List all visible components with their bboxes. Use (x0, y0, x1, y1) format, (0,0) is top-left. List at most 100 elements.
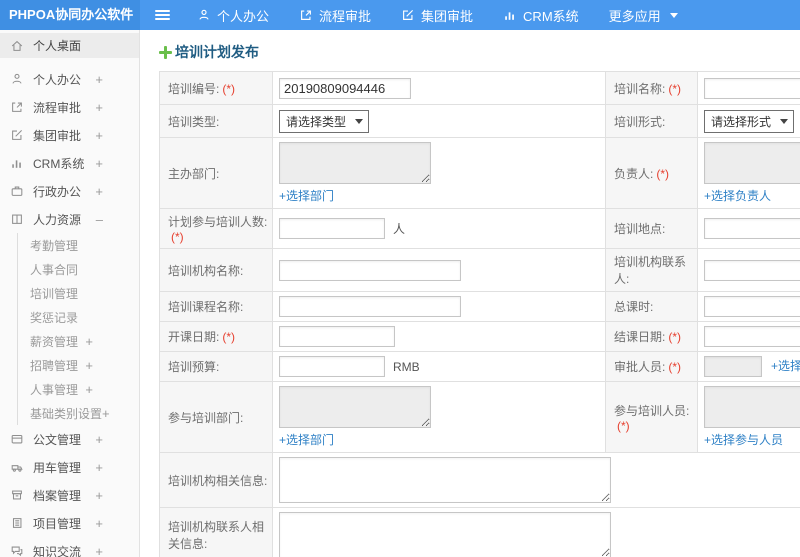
planned-count-input[interactable] (279, 218, 385, 239)
select-part-dept-link[interactable]: +选择部门 (279, 433, 334, 447)
expand-plus[interactable]: + (85, 334, 93, 349)
sidebar-item-personal-desktop[interactable]: 个人桌面 (0, 33, 139, 58)
collapse-minus[interactable]: – (96, 212, 103, 227)
expand-plus[interactable]: + (95, 184, 103, 199)
book-icon (10, 212, 24, 226)
expand-plus[interactable]: + (95, 432, 103, 447)
training-form-select[interactable]: 请选择形式 (704, 109, 795, 133)
nav-workflow-approval[interactable]: 流程审批 (284, 0, 386, 30)
hamburger-icon[interactable] (155, 10, 170, 20)
sidebar: 个人桌面 个人办公 + 流程审批 + 集团审批 + CRM系统 + 行政办公 +… (0, 30, 140, 557)
training-no-label: 培训编号: (168, 81, 220, 96)
end-date-input[interactable] (704, 326, 800, 347)
sidebar-item-hr[interactable]: 人力资源 – (0, 205, 139, 233)
main-content: 培训计划发布 培训编号:(*) 培训名称:(*) 培训类型: 请选择类型 培训形… (141, 30, 800, 557)
sidebar-item-crm[interactable]: CRM系统 + (0, 149, 139, 177)
expand-plus[interactable]: + (95, 100, 103, 115)
location-input[interactable] (704, 218, 800, 239)
select-dept-link[interactable]: +选择部门 (279, 189, 334, 203)
training-plan-form: 培训编号:(*) 培训名称:(*) 培训类型: 请选择类型 培训形式: 请选择形… (159, 71, 800, 557)
host-dept-label: 主办部门: (168, 166, 220, 181)
org-contact-input[interactable] (704, 259, 800, 281)
budget-label: 培训预算: (168, 360, 220, 374)
sidebar-item-project[interactable]: 项目管理 + (0, 509, 139, 537)
part-dept-textarea[interactable] (279, 386, 431, 428)
org-contact-info-textarea[interactable] (279, 512, 611, 557)
sidebar-item-workflow-approval[interactable]: 流程审批 + (0, 93, 139, 121)
table-row: 计划参与培训人数:(*) 人 培训地点: (159, 208, 800, 249)
expand-plus[interactable]: + (85, 358, 93, 373)
sidebar-sub-hr-contract[interactable]: 人事合同 (18, 257, 139, 281)
training-type-select[interactable]: 请选择类型 (279, 109, 370, 133)
sidebar-item-vehicle[interactable]: 用车管理 + (0, 453, 139, 481)
table-row: 培训机构相关信息: (159, 452, 800, 508)
sidebar-item-knowledge[interactable]: 知识交流 + (0, 537, 139, 557)
org-name-label: 培训机构名称: (168, 263, 244, 278)
expand-plus[interactable]: + (95, 128, 103, 143)
participants-textarea[interactable] (704, 386, 800, 428)
select-participants-link[interactable]: +选择参与人员 (704, 433, 783, 447)
nav-personal-office[interactable]: 个人办公 (182, 0, 284, 30)
doc-icon (10, 432, 24, 446)
sidebar-item-archive[interactable]: 档案管理 + (0, 481, 139, 509)
expand-plus[interactable]: + (95, 516, 103, 531)
nav-more-apps[interactable]: 更多应用 (594, 0, 693, 30)
training-name-input[interactable] (704, 77, 800, 99)
location-label: 培训地点: (614, 222, 666, 236)
table-row: 主办部门: +选择部门 负责人: (*) +选择负责人 (159, 137, 800, 209)
expand-plus[interactable]: + (95, 488, 103, 503)
sidebar-sub-reward-punishment[interactable]: 奖惩记录 (18, 305, 139, 329)
sidebar-sub-personnel[interactable]: 人事管理 + (18, 377, 139, 401)
sidebar-sub-base-category[interactable]: 基础类别设置 + (18, 401, 139, 425)
notebook-icon (10, 516, 24, 530)
sidebar-item-group-approval[interactable]: 集团审批 + (0, 121, 139, 149)
sidebar-hr-submenu: 考勤管理 人事合同 培训管理 奖惩记录 薪资管理 + 招聘管理 + 人事管理 + 基础… (17, 233, 139, 425)
org-info-textarea[interactable] (279, 457, 611, 503)
host-dept-textarea[interactable] (279, 142, 431, 184)
nav-group-approval[interactable]: 集团审批 (386, 0, 488, 30)
user-icon (10, 72, 24, 86)
approver-input[interactable] (704, 356, 762, 377)
start-date-label: 开课日期: (168, 330, 220, 344)
training-no-input[interactable] (279, 77, 411, 99)
chart-icon (10, 156, 24, 170)
table-row: 参与培训部门: +选择部门 参与培训人员:(*) +选择参与人员 (159, 381, 800, 453)
caret-down-icon (780, 118, 789, 124)
flow-icon (299, 8, 313, 22)
nav-crm[interactable]: CRM系统 (488, 0, 594, 30)
expand-plus[interactable]: + (95, 544, 103, 557)
expand-plus[interactable]: + (85, 382, 93, 397)
edit-icon (401, 8, 415, 22)
sidebar-sub-salary[interactable]: 薪资管理 + (18, 329, 139, 353)
table-row: 培训编号:(*) 培训名称:(*) (159, 71, 800, 105)
select-approver-link[interactable]: +选择审批人员 (771, 359, 800, 373)
part-dept-label: 参与培训部门: (168, 410, 244, 425)
approver-label: 审批人员: (614, 360, 666, 374)
select-leader-link[interactable]: +选择负责人 (704, 189, 771, 203)
unit-rmb: RMB (393, 359, 420, 374)
expand-plus[interactable]: + (95, 460, 103, 475)
sidebar-item-official-doc[interactable]: 公文管理 + (0, 425, 139, 453)
user-icon (197, 8, 211, 22)
sidebar-item-admin-office[interactable]: 行政办公 + (0, 177, 139, 205)
sidebar-sub-recruitment[interactable]: 招聘管理 + (18, 353, 139, 377)
course-name-label: 培训课程名称: (168, 300, 244, 314)
total-hours-input[interactable] (704, 296, 800, 317)
course-name-input[interactable] (279, 296, 461, 317)
budget-input[interactable] (279, 356, 385, 377)
expand-plus[interactable]: + (102, 406, 110, 421)
sidebar-sub-attendance[interactable]: 考勤管理 (18, 233, 139, 257)
start-date-input[interactable] (279, 326, 395, 347)
org-name-input[interactable] (279, 259, 461, 281)
briefcase-icon (10, 184, 24, 198)
sidebar-item-personal-office[interactable]: 个人办公 + (0, 65, 139, 93)
leader-textarea[interactable] (704, 142, 800, 184)
table-row: 开课日期: (*) 结课日期: (*) (159, 321, 800, 352)
caret-down-icon (669, 12, 678, 18)
expand-plus[interactable]: + (95, 156, 103, 171)
expand-plus[interactable]: + (95, 72, 103, 87)
sidebar-sub-training[interactable]: 培训管理 (18, 281, 139, 305)
org-contact-label: 培训机构联系人: (614, 255, 687, 286)
table-row: 培训预算: RMB 审批人员:(*) +选择审批人员 (159, 351, 800, 382)
table-row: 培训课程名称: 总课时: (159, 291, 800, 322)
